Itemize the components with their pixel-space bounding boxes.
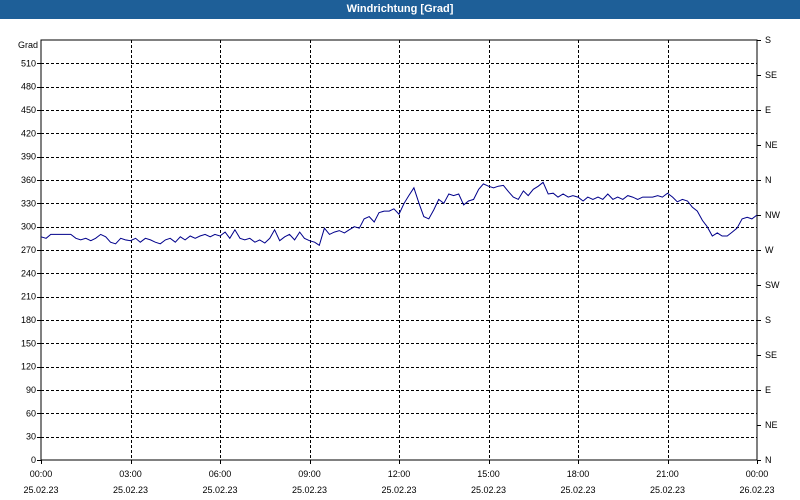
y-tick-label: 390 (21, 152, 36, 162)
x-tick-date: 25.02.23 (202, 485, 237, 495)
x-tick-date: 25.02.23 (113, 485, 148, 495)
y-tick-label: 210 (21, 292, 36, 302)
right-axis-label: NW (765, 210, 780, 220)
right-axis-label: SE (765, 70, 777, 80)
y-tick-label: 270 (21, 245, 36, 255)
x-tick-date: 25.02.23 (381, 485, 416, 495)
right-axis-label: SE (765, 350, 777, 360)
y-tick-label: 510 (21, 58, 36, 68)
right-axis-label: N (765, 175, 772, 185)
right-axis-labels: S SE E NE N NW W SW S SE E NE N (757, 35, 780, 465)
y-tick-label: 420 (21, 128, 36, 138)
x-tick-date: 25.02.23 (560, 485, 595, 495)
x-tick-date: 25.02.23 (23, 485, 58, 495)
y-axis-label: Grad (18, 40, 38, 50)
right-axis-label: NE (765, 420, 778, 430)
right-axis-label: N (765, 455, 772, 465)
left-axis-ticks: 0 30 60 90 120 150 180 210 240 270 300 330 360 390 420… (21, 58, 41, 465)
x-tick-time: 21:00 (656, 469, 679, 479)
wind-direction-chart: 0 30 60 90 120 150 180 210 240 270 300 330 360 390 420… (18, 35, 780, 495)
y-tick-label: 180 (21, 315, 36, 325)
right-axis-label: SW (765, 280, 780, 290)
right-axis-label: E (765, 105, 771, 115)
y-tick-label: 60 (26, 408, 36, 418)
x-tick-date: 26.02.23 (739, 485, 774, 495)
x-tick-time: 00:00 (30, 469, 53, 479)
x-tick-time: 00:00 (746, 469, 769, 479)
x-tick-date: 25.02.23 (650, 485, 685, 495)
y-tick-label: 480 (21, 82, 36, 92)
y-tick-label: 120 (21, 362, 36, 372)
right-axis-label: NE (765, 140, 778, 150)
right-axis-label: W (765, 245, 774, 255)
y-tick-label: 330 (21, 198, 36, 208)
y-tick-label: 300 (21, 222, 36, 232)
x-axis-ticks: 00:00 25.02.23 03:00 25.02.23 06:00 25.02.23 0… (23, 460, 775, 495)
y-tick-label: 90 (26, 385, 36, 395)
x-tick-date: 25.02.23 (471, 485, 506, 495)
right-axis-label: S (765, 315, 771, 325)
x-tick-time: 12:00 (388, 469, 411, 479)
x-tick-time: 09:00 (298, 469, 321, 479)
y-tick-label: 30 (26, 432, 36, 442)
y-tick-label: 450 (21, 105, 36, 115)
x-tick-time: 18:00 (567, 469, 590, 479)
y-tick-label: 150 (21, 338, 36, 348)
y-tick-label: 360 (21, 175, 36, 185)
right-axis-label: E (765, 385, 771, 395)
x-tick-time: 03:00 (119, 469, 142, 479)
x-tick-time: 15:00 (477, 469, 500, 479)
x-tick-date: 25.02.23 (292, 485, 327, 495)
y-tick-label: 240 (21, 268, 36, 278)
right-axis-label: S (765, 35, 771, 45)
x-tick-time: 06:00 (209, 469, 232, 479)
y-tick-label: 0 (31, 455, 36, 465)
